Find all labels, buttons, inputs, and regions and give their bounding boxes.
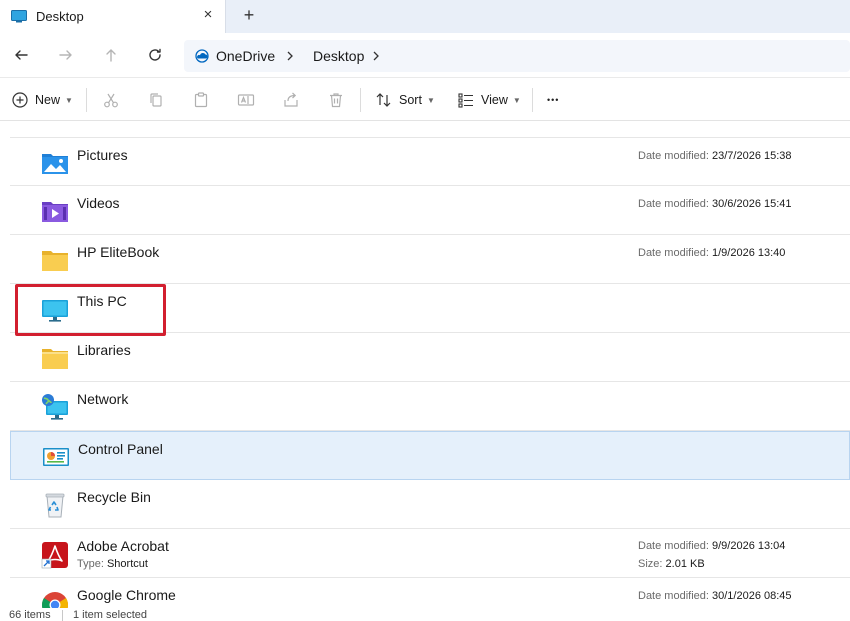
arrow-left-icon [15, 50, 28, 60]
share-button[interactable] [282, 78, 300, 122]
share-icon [284, 92, 298, 107]
tab-strip: Desktop × + [0, 0, 850, 33]
scissors-icon [104, 93, 118, 108]
new-button[interactable]: New ▼ [11, 78, 73, 122]
status-divider [62, 610, 63, 621]
pictures-folder-icon [42, 154, 68, 174]
delete-button[interactable] [327, 78, 345, 122]
file-explorer-window: Desktop × + OneDrive Desktop New ▼ Sort … [0, 0, 850, 621]
sort-icon [376, 93, 391, 107]
item-name: Recycle Bin [77, 489, 151, 505]
item-name: Pictures [77, 147, 128, 163]
item-date-modified: Date modified: 30/6/2026 15:41 [638, 198, 792, 210]
toolbar-divider [86, 88, 87, 112]
chevron-right-icon[interactable] [370, 48, 382, 64]
item-name: Control Panel [78, 441, 163, 457]
arrow-up-icon [106, 49, 116, 62]
copy-icon [150, 93, 162, 107]
close-tab-icon[interactable]: × [200, 7, 216, 23]
new-tab-icon[interactable]: + [240, 6, 258, 24]
list-item-hp-elitebook[interactable]: HP EliteBook Date modified: 1/9/2026 13:… [10, 235, 850, 284]
item-name: Libraries [77, 342, 131, 358]
item-date-modified: Date modified: 1/9/2026 13:40 [638, 247, 786, 259]
item-date-modified: Date modified: 9/9/2026 13:04 [638, 540, 786, 552]
item-size: Size: 2.01 KB [638, 558, 705, 570]
item-date-modified: Date modified: 23/7/2026 15:38 [638, 150, 792, 162]
cut-button[interactable] [102, 78, 120, 122]
navigation-bar: OneDrive Desktop [0, 33, 850, 77]
selection-count: 1 item selected [73, 609, 147, 621]
arrow-right-icon [59, 50, 72, 60]
list-item-adobe-acrobat[interactable]: Adobe Acrobat Type: Shortcut Date modifi… [10, 529, 850, 578]
item-type: Type: Shortcut [77, 558, 148, 570]
item-name: Network [77, 391, 129, 407]
chevron-right-icon[interactable] [284, 48, 296, 64]
onedrive-icon [195, 49, 209, 63]
rename-button[interactable] [237, 78, 255, 122]
clipboard-icon [194, 92, 208, 108]
view-button[interactable]: View ▼ [457, 78, 521, 122]
toolbar-divider [532, 88, 533, 112]
up-button[interactable] [98, 42, 124, 68]
item-count: 66 items [9, 609, 51, 621]
desktop-icon [11, 10, 27, 23]
paste-button[interactable] [192, 78, 210, 122]
list-item-recycle-bin[interactable]: Recycle Bin [10, 480, 850, 529]
plus-circle-icon [12, 92, 28, 108]
list-item-pictures[interactable]: Pictures Date modified: 23/7/2026 15:38 [10, 137, 850, 186]
item-date-modified: Date modified: 30/1/2026 08:45 [638, 590, 792, 602]
libraries-icon [42, 349, 68, 369]
copy-button[interactable] [147, 78, 165, 122]
list-item-network[interactable]: Network [10, 382, 850, 431]
chevron-down-icon: ▼ [426, 95, 435, 105]
tab-desktop[interactable]: Desktop × [0, 0, 226, 33]
list-item-libraries[interactable]: Libraries [10, 333, 850, 382]
sort-label: Sort [399, 93, 422, 107]
forward-button[interactable] [53, 42, 79, 68]
chevron-down-icon: ▼ [512, 95, 521, 105]
refresh-icon [149, 48, 161, 61]
command-bar: New ▼ Sort ▼ View ▼ ••• [0, 77, 850, 121]
refresh-button[interactable] [142, 42, 168, 68]
google-chrome-icon [41, 592, 69, 608]
more-options-button[interactable]: ••• [547, 78, 559, 122]
this-pc-highlight-box [15, 284, 166, 336]
trash-icon [330, 93, 342, 108]
chevron-down-icon: ▼ [65, 95, 73, 105]
sort-button[interactable]: Sort ▼ [375, 78, 435, 122]
videos-folder-icon [42, 202, 68, 222]
list-item-google-chrome[interactable]: Google Chrome Date modified: 30/1/2026 0… [10, 578, 850, 608]
view-icon [458, 93, 473, 108]
control-panel-icon [43, 448, 69, 466]
back-button[interactable] [8, 42, 34, 68]
item-name: Videos [77, 195, 120, 211]
item-name: HP EliteBook [77, 244, 160, 260]
new-label: New [35, 93, 61, 107]
recycle-bin-icon [45, 493, 65, 518]
file-list: Pictures Date modified: 23/7/2026 15:38 … [0, 121, 850, 608]
list-item-videos[interactable]: Videos Date modified: 30/6/2026 15:41 [10, 186, 850, 235]
adobe-acrobat-icon [41, 542, 68, 569]
network-icon [42, 394, 68, 420]
view-label: View [481, 93, 508, 107]
breadcrumb-desktop[interactable]: Desktop [313, 48, 364, 64]
toolbar-divider [360, 88, 361, 112]
more-icon: ••• [547, 95, 560, 105]
tab-title: Desktop [36, 9, 84, 24]
item-name: Google Chrome [77, 587, 176, 603]
address-bar[interactable]: OneDrive Desktop [184, 40, 850, 72]
breadcrumb-onedrive[interactable]: OneDrive [216, 48, 275, 64]
list-item-control-panel[interactable]: Control Panel [10, 431, 850, 480]
folder-icon [42, 251, 68, 271]
status-bar: 66 items 1 item selected [0, 608, 850, 621]
rename-icon [237, 94, 255, 106]
item-name: Adobe Acrobat [77, 538, 169, 554]
